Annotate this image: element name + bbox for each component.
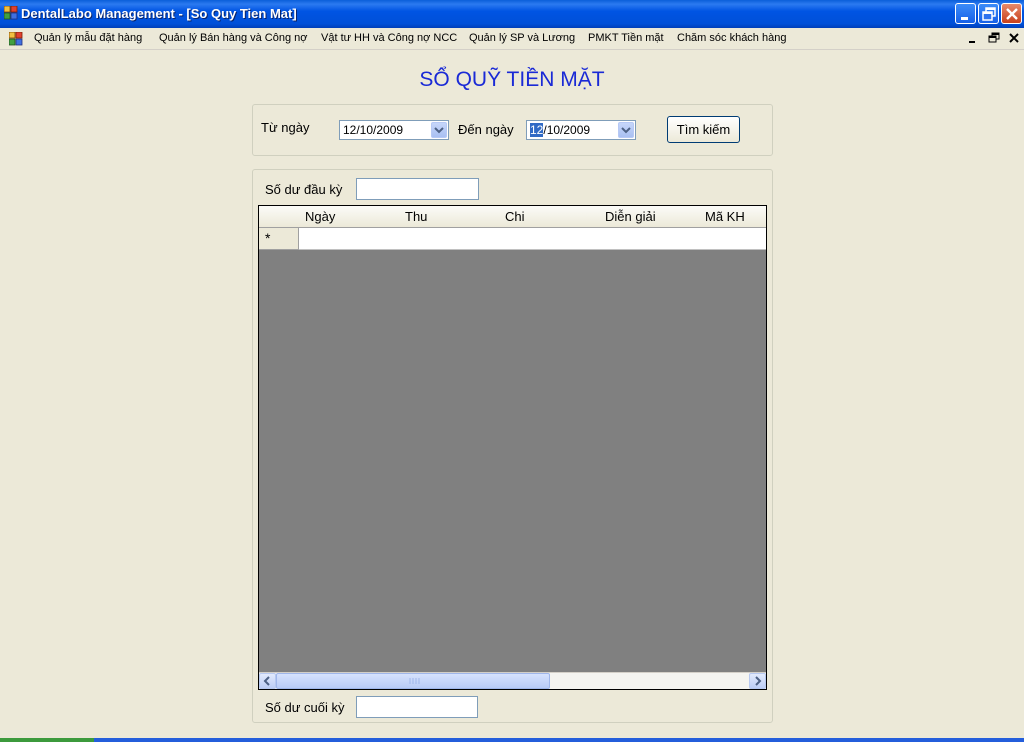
new-row-marker[interactable]: * bbox=[259, 228, 299, 250]
to-date-value: 12/10/2009 bbox=[530, 123, 590, 137]
app-icon bbox=[4, 6, 18, 20]
new-row-customer-code-cell[interactable] bbox=[699, 228, 766, 250]
search-button[interactable]: Tìm kiếm bbox=[667, 116, 740, 143]
menu-supplies-supplier-debt[interactable]: Vật tư HH và Công nợ NCC bbox=[321, 32, 457, 44]
chevron-down-icon bbox=[434, 127, 444, 134]
new-row-date-cell[interactable] bbox=[299, 228, 400, 250]
mdi-minimize-icon[interactable] bbox=[966, 31, 980, 45]
column-header-income[interactable]: Thu bbox=[399, 206, 500, 228]
column-header-expense[interactable]: Chi bbox=[499, 206, 600, 228]
date-filter-group: Từ ngày 12/10/2009 Đến ngày 12/10/2009 T… bbox=[252, 104, 773, 156]
window-title: DentalLabo Management - [So Quy Tien Mat… bbox=[21, 6, 297, 21]
menu-customer-care[interactable]: Chăm sóc khách hàng bbox=[677, 32, 786, 44]
grid-header: Ngày Thu Chi Diễn giải Mã KH bbox=[259, 206, 766, 228]
to-date-rest: /10/2009 bbox=[543, 123, 591, 137]
taskbar bbox=[0, 738, 1024, 742]
opening-balance-input[interactable] bbox=[356, 178, 479, 200]
start-button[interactable] bbox=[0, 738, 94, 742]
window-title-bar[interactable]: DentalLabo Management - [So Quy Tien Mat… bbox=[0, 0, 1024, 28]
column-header-customer-code[interactable]: Mã KH bbox=[699, 206, 766, 228]
new-row-description-cell[interactable] bbox=[599, 228, 700, 250]
from-date-label: Từ ngày bbox=[261, 120, 310, 135]
restore-button[interactable] bbox=[978, 3, 999, 24]
menu-sales-debt[interactable]: Quản lý Bán hàng và Công nợ bbox=[159, 32, 307, 44]
new-row-income-cell[interactable] bbox=[399, 228, 500, 250]
to-date-label: Đến ngày bbox=[458, 122, 514, 137]
to-date-selected-day: 12 bbox=[530, 123, 544, 137]
grid-corner-header[interactable] bbox=[259, 206, 300, 228]
column-header-description[interactable]: Diễn giải bbox=[599, 206, 700, 228]
from-date-dropdown-button[interactable] bbox=[431, 122, 447, 138]
new-row-expense-cell[interactable] bbox=[499, 228, 600, 250]
from-date-value: 12/10/2009 bbox=[343, 123, 404, 137]
menu-cash-accounting[interactable]: PMKT Tiền mặt bbox=[588, 32, 664, 44]
chevron-left-icon bbox=[263, 676, 270, 686]
mdi-child-icon[interactable] bbox=[9, 32, 23, 46]
minimize-icon bbox=[961, 17, 968, 20]
chevron-down-icon bbox=[621, 127, 631, 134]
menu-bar: Quản lý mẫu đặt hàng Quản lý Bán hàng và… bbox=[0, 28, 1024, 50]
opening-balance-label: Số dư đầu kỳ bbox=[265, 182, 343, 197]
page-title: SỔ QUỸ TIỀN MẶT bbox=[419, 68, 605, 91]
scroll-right-button[interactable] bbox=[749, 673, 766, 689]
menu-products-salary[interactable]: Quản lý SP và Lương bbox=[469, 32, 575, 44]
closing-balance-label: Số dư cuối kỳ bbox=[265, 700, 345, 715]
mdi-close-icon[interactable] bbox=[1007, 31, 1021, 45]
chevron-right-icon bbox=[755, 676, 762, 686]
horizontal-scrollbar[interactable] bbox=[259, 672, 766, 689]
minimize-button[interactable] bbox=[955, 3, 976, 24]
scroll-left-button[interactable] bbox=[259, 673, 276, 689]
closing-balance-input[interactable] bbox=[356, 696, 478, 718]
close-button[interactable] bbox=[1001, 3, 1022, 24]
cash-book-grid[interactable]: Ngày Thu Chi Diễn giải Mã KH * bbox=[258, 205, 767, 690]
from-date-picker[interactable]: 12/10/2009 bbox=[339, 120, 449, 140]
mdi-restore-icon[interactable] bbox=[987, 31, 1001, 45]
to-date-dropdown-button[interactable] bbox=[618, 122, 634, 138]
restore-icon bbox=[982, 7, 996, 21]
close-icon bbox=[1006, 8, 1018, 20]
grip-icon bbox=[409, 678, 420, 684]
to-date-picker[interactable]: 12/10/2009 bbox=[526, 120, 636, 140]
scroll-thumb[interactable] bbox=[276, 673, 550, 689]
menu-order-samples[interactable]: Quản lý mẫu đặt hàng bbox=[34, 32, 142, 44]
column-header-date[interactable]: Ngày bbox=[299, 206, 400, 228]
